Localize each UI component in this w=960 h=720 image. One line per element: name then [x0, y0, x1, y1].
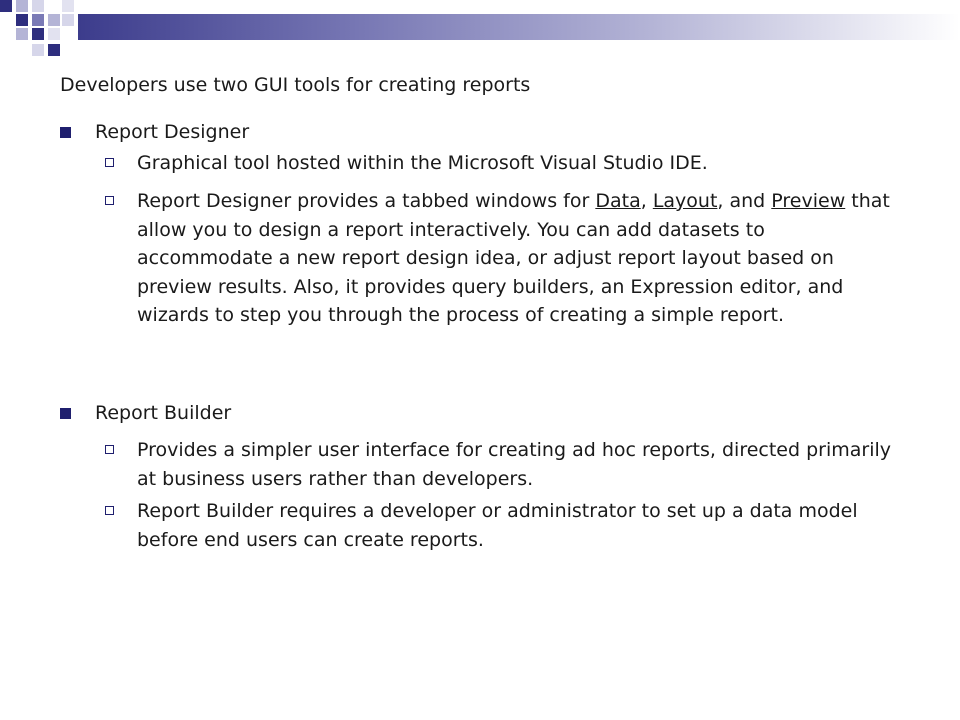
- hollow-square-bullet-icon: [105, 445, 114, 454]
- list-item-text: Provides a simpler user interface for cr…: [137, 439, 891, 490]
- list-item-text: Graphical tool hosted within the Microso…: [137, 152, 708, 174]
- section-heading-label: Report Designer: [95, 121, 250, 143]
- preview-tab-link: Preview: [771, 190, 846, 212]
- data-tab-link: Data: [595, 190, 641, 212]
- section-heading-label: Report Builder: [95, 402, 232, 424]
- list-item-text: Report Builder requires a developer or a…: [137, 500, 858, 551]
- hollow-square-bullet-icon: [105, 506, 114, 515]
- square-bullet-icon: [60, 408, 71, 419]
- square-bullet-icon: [60, 127, 71, 138]
- slide-content: Developers use two GUI tools for creatin…: [0, 0, 960, 720]
- list-item-text: Report Designer provides a tabbed window…: [137, 190, 890, 326]
- layout-tab-link: Layout: [652, 190, 718, 212]
- slide-intro: Developers use two GUI tools for creatin…: [60, 74, 531, 96]
- hollow-square-bullet-icon: [105, 158, 114, 167]
- hollow-square-bullet-icon: [105, 196, 114, 205]
